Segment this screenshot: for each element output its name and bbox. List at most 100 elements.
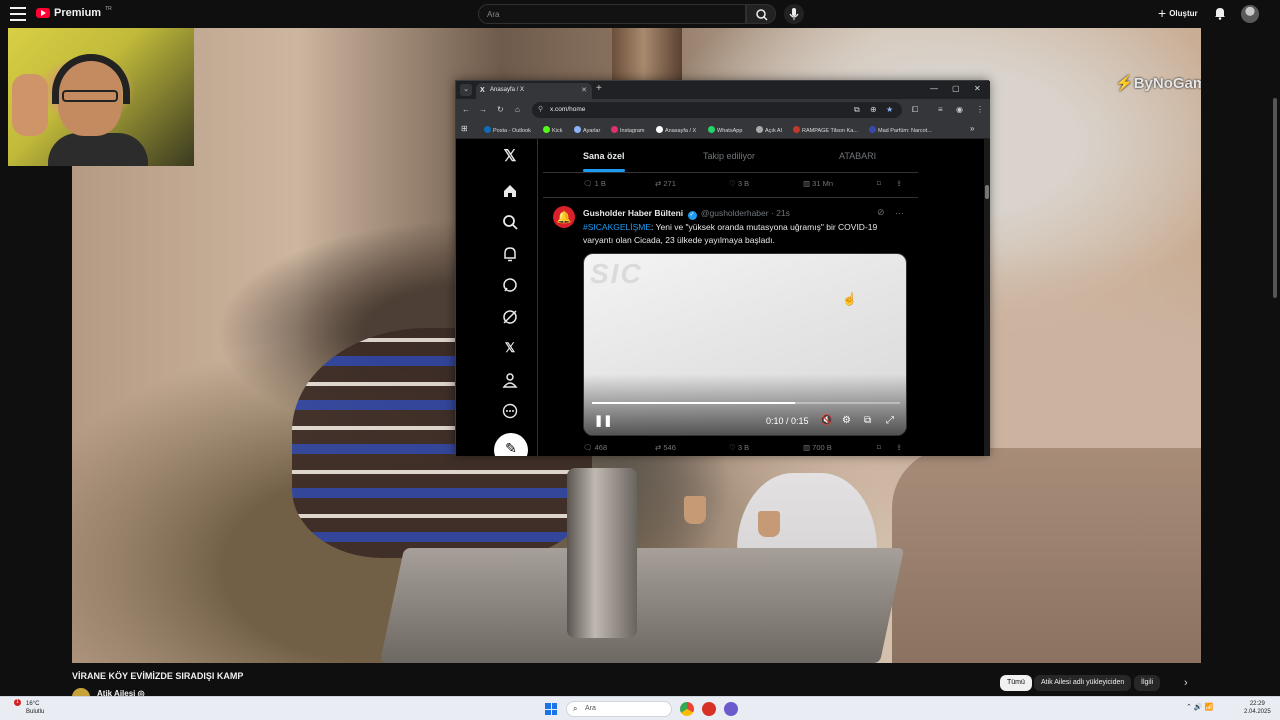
mouse-cursor-icon: ☝ <box>842 292 857 306</box>
views-button[interactable]: ▥ 700 B <box>803 443 832 452</box>
zoom-icon[interactable]: ⊕ <box>870 105 877 114</box>
taskbar-search[interactable]: ⌕ Ara <box>566 701 672 717</box>
browser-menu-icon[interactable]: ⋮ <box>976 105 984 114</box>
menu-icon[interactable] <box>10 7 26 21</box>
browser-scrollbar[interactable] <box>984 139 990 456</box>
bookmark-icon[interactable]: ⌑ <box>877 443 881 452</box>
media-icon[interactable]: ≡ <box>938 105 943 114</box>
views-button[interactable]: ▥ 31 Mn <box>803 179 833 188</box>
page-scrollbar[interactable] <box>1272 28 1278 696</box>
tab-search-button[interactable]: ⌄ <box>460 84 472 96</box>
more-bookmarks-icon[interactable]: » <box>970 124 974 133</box>
like-button[interactable]: ♡ 3 B <box>729 179 749 188</box>
bookmark-item[interactable]: Ayarlar <box>574 126 600 134</box>
bookmark-star-icon[interactable]: ★ <box>886 105 893 114</box>
chrome-icon[interactable] <box>680 702 694 716</box>
close-tab-icon[interactable]: ✕ <box>581 86 587 94</box>
bookmark-item[interactable]: Açık AI <box>756 126 782 134</box>
repost-button[interactable]: ⇄ 271 <box>655 179 676 188</box>
explore-icon[interactable] <box>502 214 518 230</box>
mute-icon[interactable]: 🔇 <box>820 415 832 426</box>
maximize-icon[interactable]: ▢ <box>952 84 960 93</box>
install-app-icon[interactable]: ⧉ <box>854 105 860 115</box>
post-author-handle[interactable]: @gusholderhaber · 21s <box>701 208 790 218</box>
post-author-avatar[interactable]: 🔔 <box>553 206 575 228</box>
x-logo-icon[interactable]: 𝕏 <box>502 149 518 165</box>
post-video[interactable]: SIC ❚❚ 0:10 / 0:15 🔇 ⚙ ⧉ ⤢ ☝ <box>583 253 907 436</box>
browser-window[interactable]: ⌄ X Anasayfa / X ✕ + — ▢ ✕ ← → ↻ ⌂ ⚲ x.c… <box>455 80 990 456</box>
bookmark-item[interactable]: Instagram <box>611 126 644 134</box>
premium-x-icon[interactable]: 𝕏 <box>502 340 518 356</box>
profile-icon[interactable]: ◉ <box>956 105 963 114</box>
browser-scrollbar-thumb[interactable] <box>985 185 989 199</box>
messages-icon[interactable] <box>502 277 518 293</box>
bookmark-item[interactable]: Kick <box>543 126 562 134</box>
bookmark-item[interactable]: Mad Parfüm: Narcot... <box>869 126 932 134</box>
openai-icon <box>756 126 763 133</box>
home-icon[interactable]: ⌂ <box>515 105 520 114</box>
settings-gear-icon[interactable]: ⚙ <box>842 415 851 426</box>
video-scene-cup <box>684 496 706 524</box>
app-icon[interactable] <box>702 702 716 716</box>
account-avatar[interactable] <box>1241 5 1259 23</box>
site-info-icon[interactable]: ⚲ <box>538 105 543 113</box>
voice-search-button[interactable] <box>784 4 804 24</box>
tab-for-you[interactable]: Sana özel <box>583 151 625 161</box>
new-tab-button[interactable]: + <box>596 83 602 94</box>
post-author-name[interactable]: Gusholder Haber Bülteni <box>583 208 683 218</box>
apps-grid-icon[interactable]: ⊞ <box>461 124 468 133</box>
previous-post-actions: 🗨 1 B ⇄ 271 ♡ 3 B ▥ 31 Mn ⌑ ⇪ <box>583 179 903 193</box>
chevron-right-icon[interactable]: › <box>1184 677 1188 689</box>
share-icon[interactable]: ⇪ <box>896 179 902 188</box>
youtube-logo[interactable]: Premium TR <box>36 6 112 19</box>
taskbar-clock[interactable]: 22:29 2.04.2025 <box>1244 700 1271 716</box>
start-button[interactable] <box>545 703 557 715</box>
minimize-icon[interactable]: — <box>930 84 938 93</box>
notifications-button[interactable] <box>1213 6 1227 20</box>
browser-tab[interactable]: X Anasayfa / X ✕ <box>476 83 592 99</box>
grok-icon[interactable] <box>502 309 518 325</box>
discord-icon[interactable] <box>724 702 738 716</box>
pause-icon[interactable]: ❚❚ <box>594 414 612 427</box>
notifications-icon[interactable] <box>502 246 518 262</box>
search-button[interactable] <box>746 4 776 24</box>
video-progress-bar[interactable] <box>592 402 900 404</box>
bookmark-item[interactable]: Posta - Outlook <box>484 126 531 134</box>
search-input[interactable]: Ara <box>478 4 746 24</box>
chip-all[interactable]: Tümü <box>1000 675 1032 691</box>
tab-custom-list[interactable]: ATABARI <box>839 151 876 161</box>
reply-button[interactable]: 🗨 1 B <box>583 179 606 188</box>
weather-widget[interactable]: 1 16°C Bulutlu <box>14 699 44 716</box>
share-icon[interactable]: ⇪ <box>896 443 902 452</box>
bookmark-item[interactable]: RAMPAGE Tilson Ka... <box>793 126 858 134</box>
reload-icon[interactable]: ↻ <box>497 105 504 114</box>
forward-icon[interactable]: → <box>479 105 487 114</box>
post-more-icon[interactable]: ⋯ <box>895 208 904 219</box>
extensions-icon[interactable]: ⧠ <box>912 105 918 115</box>
repost-button[interactable]: ⇄ 546 <box>655 443 676 452</box>
chip-from-uploader[interactable]: Atik Ailesi adlı yükleyiciden <box>1034 675 1132 691</box>
more-icon[interactable] <box>502 403 518 419</box>
bookmark-label: Instagram <box>620 128 645 134</box>
home-icon[interactable] <box>502 183 518 199</box>
close-window-icon[interactable]: ✕ <box>974 84 981 93</box>
system-tray[interactable]: ⌃ 🔊 📶 <box>1186 703 1213 711</box>
bookmark-item[interactable]: Anasayfa / X <box>656 126 696 134</box>
tab-following[interactable]: Takip ediliyor <box>703 151 755 161</box>
chip-related[interactable]: İlgili <box>1134 675 1161 691</box>
grok-explain-icon[interactable]: ⊘ <box>877 207 885 218</box>
reply-button[interactable]: 🗨 468 <box>583 443 607 452</box>
address-bar[interactable]: ⚲ x.com/home <box>532 102 902 118</box>
create-button[interactable]: + Oluştur <box>1158 6 1198 20</box>
post-hashtag[interactable]: #SICAKGELİŞME <box>583 222 651 232</box>
back-icon[interactable]: ← <box>462 105 470 114</box>
fullscreen-icon[interactable]: ⤢ <box>886 415 894 426</box>
bookmark-item[interactable]: WhatsApp <box>708 126 742 134</box>
like-button[interactable]: ♡ 3 B <box>729 443 749 452</box>
compose-post-button[interactable]: ✎ <box>494 433 528 456</box>
page-scrollbar-thumb[interactable] <box>1273 98 1277 298</box>
picture-in-picture-icon[interactable]: ⧉ <box>864 415 871 426</box>
profile-icon[interactable] <box>502 372 518 388</box>
bookmark-icon[interactable]: ⌑ <box>877 179 881 188</box>
post[interactable]: 🔔 Gusholder Haber Bülteni ✓ @gusholderha… <box>543 197 918 447</box>
